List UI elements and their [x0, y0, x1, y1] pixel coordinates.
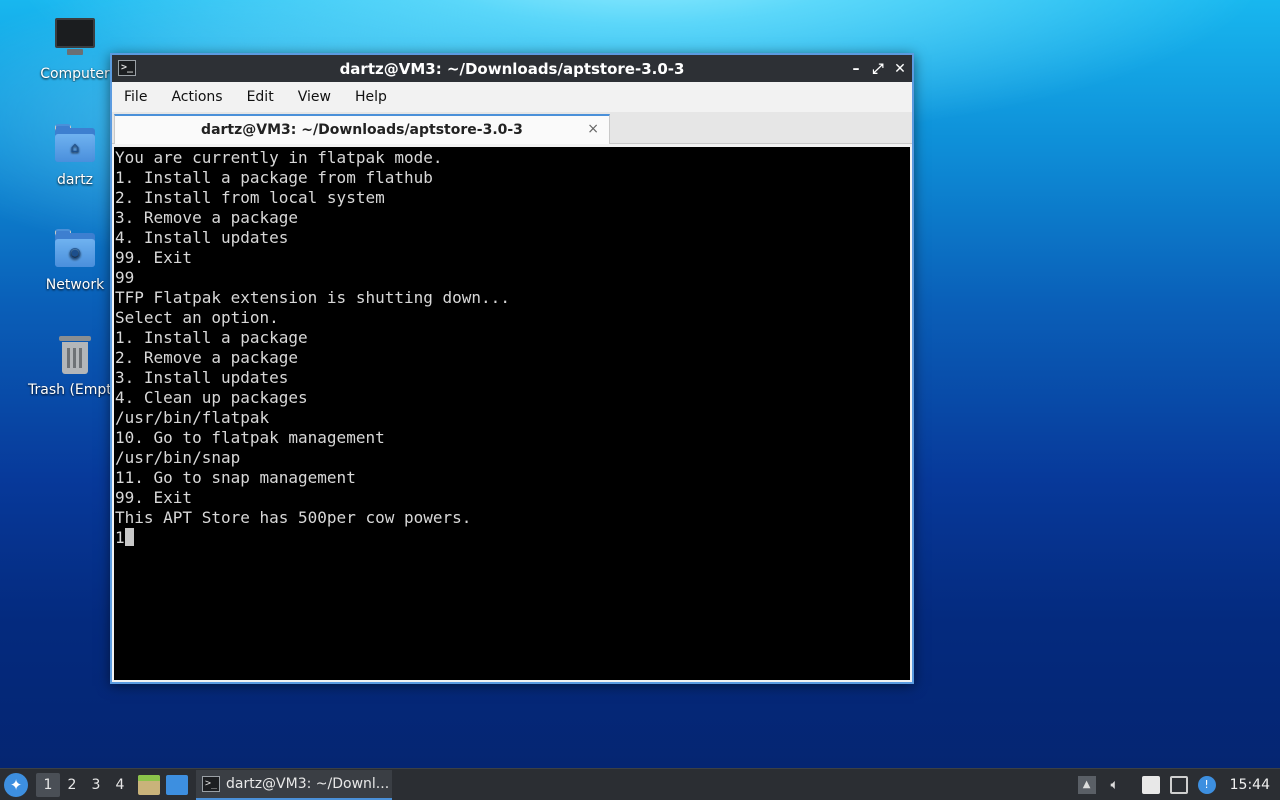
- terminal-input-line[interactable]: 1: [115, 528, 910, 548]
- show-desktop-icon[interactable]: [166, 774, 188, 795]
- clock[interactable]: 15:44: [1230, 777, 1270, 793]
- terminal-window: >_ dartz@VM3: ~/Downloads/aptstore-3.0-3…: [110, 53, 914, 684]
- window-titlebar[interactable]: >_ dartz@VM3: ~/Downloads/aptstore-3.0-3…: [112, 55, 912, 82]
- menu-actions[interactable]: Actions: [169, 87, 224, 107]
- trash-icon: [53, 332, 97, 376]
- volume-icon[interactable]: 🔈︎: [1106, 776, 1124, 794]
- computer-icon: [53, 16, 97, 60]
- terminal-line: 1. Install a package from flathub: [115, 168, 433, 187]
- terminal-line: 2. Install from local system: [115, 188, 385, 207]
- terminal-icon[interactable]: >_: [118, 60, 136, 76]
- terminal-icon: >_: [202, 775, 220, 792]
- menu-view[interactable]: View: [296, 87, 333, 107]
- minimize-button[interactable]: –: [850, 61, 862, 77]
- terminal-line: 2. Remove a package: [115, 348, 299, 367]
- taskbar-item-terminal[interactable]: >_ dartz@VM3: ~/Downl...: [196, 769, 392, 800]
- tray-expand-icon[interactable]: ▲: [1077, 776, 1096, 794]
- terminal-input: 1: [115, 528, 125, 547]
- workspace-1[interactable]: 1: [36, 772, 60, 797]
- terminal-output[interactable]: You are currently in flatpak mode. 1. In…: [114, 147, 910, 680]
- terminal-line: This APT Store has 500per cow powers.: [115, 508, 472, 527]
- start-menu-icon[interactable]: ✦: [4, 772, 28, 797]
- terminal-line: You are currently in flatpak mode.: [115, 148, 443, 167]
- terminal-line: 4. Clean up packages: [115, 388, 308, 407]
- terminal-line: /usr/bin/snap: [115, 448, 241, 467]
- tab-terminal[interactable]: dartz@VM3: ~/Downloads/aptstore-3.0-3 ×: [114, 114, 610, 144]
- tab-label: dartz@VM3: ~/Downloads/aptstore-3.0-3: [201, 122, 523, 138]
- terminal-line: 3. Remove a package: [115, 208, 299, 227]
- maximize-button[interactable]: ⤢: [872, 61, 884, 77]
- menu-bar: File Actions Edit View Help: [112, 82, 912, 112]
- clipboard-icon[interactable]: [1141, 776, 1160, 794]
- terminal-line: 99. Exit: [115, 248, 193, 267]
- taskbar-item-label: dartz@VM3: ~/Downl...: [226, 775, 390, 792]
- terminal-line: Select an option.: [115, 308, 279, 327]
- tab-close-icon[interactable]: ×: [587, 121, 599, 137]
- terminal-line: /usr/bin/flatpak: [115, 408, 270, 427]
- menu-help[interactable]: Help: [353, 87, 389, 107]
- taskbar: ✦ 1 2 3 4 >_ dartz@VM3: ~/Downl... ▲ 🔈︎ …: [0, 768, 1280, 800]
- workspace-4[interactable]: 4: [108, 773, 132, 797]
- system-tray: ▲ 🔈︎ ! 15:44: [1068, 769, 1280, 800]
- terminal-line: 4. Install updates: [115, 228, 289, 247]
- home-folder-icon: ⌂: [53, 122, 97, 166]
- update-notifier-icon[interactable]: !: [1197, 776, 1216, 794]
- text-cursor: [124, 528, 134, 546]
- terminal-line: 1. Install a package: [115, 328, 308, 347]
- terminal-line: 11. Go to snap management: [115, 468, 356, 487]
- terminal-line: TFP Flatpak extension is shutting down..…: [115, 288, 510, 307]
- workspace-3[interactable]: 3: [84, 773, 108, 797]
- tab-bar: dartz@VM3: ~/Downloads/aptstore-3.0-3 ×: [112, 112, 912, 144]
- terminal-line: 10. Go to flatpak management: [115, 428, 385, 447]
- menu-edit[interactable]: Edit: [245, 87, 276, 107]
- terminal-line: 3. Install updates: [115, 368, 289, 387]
- network-folder-icon: ◉: [53, 227, 97, 271]
- network-icon[interactable]: [1169, 776, 1188, 794]
- menu-file[interactable]: File: [122, 87, 149, 107]
- terminal-line: 99: [115, 268, 135, 287]
- file-manager-icon[interactable]: [138, 774, 160, 795]
- workspace-switcher: 1 2 3 4: [36, 772, 132, 797]
- workspace-2[interactable]: 2: [60, 773, 84, 797]
- window-title: dartz@VM3: ~/Downloads/aptstore-3.0-3: [339, 59, 685, 78]
- terminal-line: 99. Exit: [115, 488, 193, 507]
- close-button[interactable]: ✕: [894, 61, 906, 77]
